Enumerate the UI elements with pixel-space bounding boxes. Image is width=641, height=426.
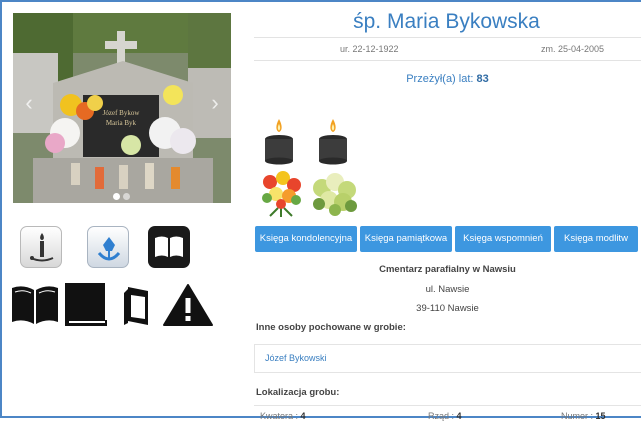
rzad-value: 4 bbox=[456, 411, 462, 421]
deceased-name: śp. Maria Bykowska bbox=[353, 10, 540, 33]
birth-date: ur. 22-12-1922 bbox=[340, 44, 399, 54]
svg-text:Maria Byk: Maria Byk bbox=[106, 119, 137, 127]
cemetery-street: ul. Nawsie bbox=[425, 284, 470, 295]
tab-prayer-book[interactable]: Księga modlitw bbox=[554, 226, 638, 252]
grave-photo-image: Józef Bykow Maria Byk bbox=[13, 13, 231, 203]
tab-condolence-book[interactable]: Księga kondolencyjna bbox=[255, 226, 357, 252]
tab-memorial-book[interactable]: Księga pamiątkowa bbox=[360, 226, 452, 252]
location-row: Kwatera : 4 Rząd : 4 Numer : 15 bbox=[254, 405, 641, 426]
tab-memories-book[interactable]: Księga wspomnień bbox=[455, 226, 551, 252]
numer-value: 15 bbox=[595, 411, 606, 421]
open-book-button[interactable] bbox=[148, 226, 190, 268]
gallery-prev-icon[interactable]: ‹ bbox=[21, 91, 37, 115]
age-value: 83 bbox=[476, 73, 489, 85]
divider bbox=[254, 60, 641, 61]
candle-icon bbox=[319, 119, 347, 165]
age-label: Przeżył(a) lat: bbox=[406, 73, 474, 85]
gallery-pagination bbox=[113, 187, 133, 203]
numer-label: Numer : bbox=[561, 411, 594, 421]
cemetery-name: Cmentarz parafialny w Nawsiu bbox=[379, 264, 516, 275]
light-candle-button[interactable] bbox=[20, 226, 62, 268]
closed-book-icon[interactable] bbox=[63, 281, 109, 327]
warning-icon[interactable] bbox=[162, 283, 214, 327]
location-rzad: Rząd : 4 bbox=[428, 411, 462, 421]
person-link[interactable]: Józef Bykowski bbox=[265, 353, 327, 363]
flower-bouquet-icon bbox=[262, 171, 301, 217]
others-heading: Inne osoby pochowane w grobie: bbox=[256, 322, 406, 333]
location-numer: Numer : 15 bbox=[561, 411, 606, 421]
flower-bouquet-icon bbox=[313, 173, 357, 216]
location-heading: Lokalizacja grobu: bbox=[256, 387, 340, 398]
book-side-icon[interactable] bbox=[122, 285, 152, 327]
grave-photo[interactable]: Józef Bykow Maria Byk ‹ › bbox=[13, 13, 231, 203]
others-list: Józef Bykowski bbox=[254, 344, 641, 373]
location-kwatera: Kwatera : 4 bbox=[260, 411, 306, 421]
age-line: Przeżył(a) lat: 83 bbox=[254, 73, 641, 85]
lay-flowers-button[interactable] bbox=[87, 226, 129, 268]
candle-icon bbox=[265, 119, 293, 165]
open-book-icon[interactable] bbox=[10, 284, 60, 326]
gallery-dot[interactable] bbox=[123, 193, 130, 200]
cemetery-postal: 39-110 Nawsie bbox=[416, 303, 479, 314]
divider bbox=[254, 37, 641, 38]
gallery-next-icon[interactable]: › bbox=[207, 91, 223, 115]
rzad-label: Rząd : bbox=[428, 411, 455, 421]
death-date: zm. 25-04-2005 bbox=[541, 44, 605, 54]
flower-icon bbox=[97, 237, 121, 261]
kwatera-value: 4 bbox=[300, 411, 306, 421]
kwatera-label: Kwatera : bbox=[260, 411, 299, 421]
open-book-icon bbox=[155, 236, 183, 257]
candle-icon bbox=[30, 233, 54, 262]
gallery-dot[interactable] bbox=[113, 193, 120, 200]
svg-text:Józef Bykow: Józef Bykow bbox=[103, 109, 141, 117]
